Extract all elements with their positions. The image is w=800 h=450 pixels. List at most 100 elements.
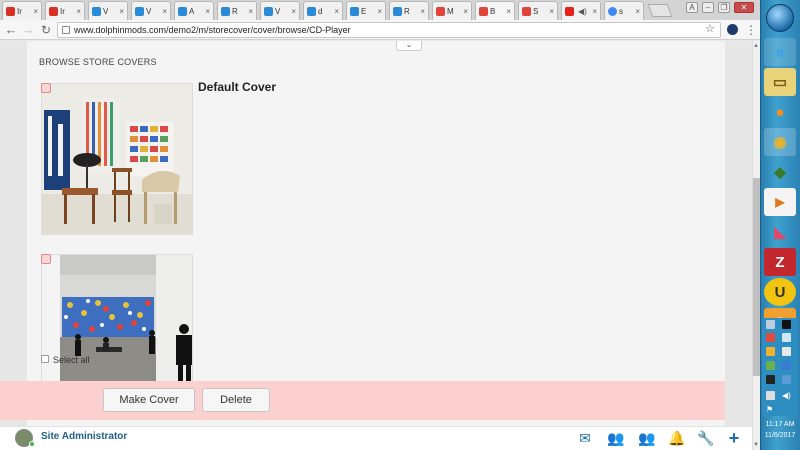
close-tab-icon[interactable]: × [506, 7, 514, 16]
address-bar[interactable]: www.dolphinmods.com/demo2/m/storecover/c… [57, 22, 721, 38]
internet-explorer-icon[interactable]: e [764, 38, 796, 66]
wrench-icon[interactable]: 🔧 [697, 430, 715, 446]
page-info-icon[interactable] [62, 26, 70, 34]
new-tab-button[interactable] [647, 4, 673, 17]
browser-tab[interactable]: Ir × [45, 1, 85, 20]
tray-app-icon[interactable] [782, 375, 791, 384]
close-tab-icon[interactable]: × [592, 7, 600, 16]
tray-app-icon[interactable] [766, 347, 775, 356]
tab-title: M [447, 6, 454, 16]
scrollbar-thumb[interactable] [753, 178, 760, 376]
ultraedit-icon[interactable]: U [764, 278, 796, 306]
browser-tab[interactable]: M × [432, 1, 472, 20]
tray-app-icon[interactable] [782, 361, 791, 370]
pause-bars-icon [436, 6, 445, 16]
select-all-checkbox[interactable] [41, 355, 49, 363]
volume-icon[interactable]: ◀) [782, 391, 791, 400]
infinity-icon [221, 6, 230, 16]
close-tab-icon[interactable]: × [291, 7, 299, 16]
delete-button[interactable]: Delete [202, 388, 270, 412]
cover-checkbox[interactable] [41, 254, 51, 264]
close-tab-icon[interactable]: × [248, 7, 256, 16]
restore-button[interactable]: ❐ [718, 2, 730, 13]
action-center-flag-icon[interactable]: ⚑ [766, 405, 775, 414]
cover-checkbox[interactable] [41, 83, 51, 93]
reload-icon[interactable]: ↻ [38, 22, 54, 38]
close-tab-icon[interactable]: × [377, 7, 385, 16]
url-text: www.dolphinmods.com/demo2/m/storecover/c… [74, 25, 351, 35]
browser-tab[interactable]: s × [604, 1, 644, 20]
browser-tab[interactable]: A × [174, 1, 214, 20]
close-tab-icon[interactable]: × [635, 7, 643, 16]
close-tab-icon[interactable]: × [334, 7, 342, 16]
tab-title: s [619, 6, 623, 16]
browser-tab[interactable]: V × [260, 1, 300, 20]
close-tab-icon[interactable]: × [76, 7, 84, 16]
tab-title: d [318, 6, 323, 16]
tray-app-icon[interactable] [766, 320, 775, 329]
back-arrow-icon[interactable]: ← [3, 22, 19, 38]
tab-title: S [533, 6, 539, 16]
audio-playing-icon: ◀) [578, 6, 587, 16]
filezilla-icon[interactable]: Z [764, 248, 796, 276]
forward-arrow-icon[interactable]: → [20, 22, 36, 38]
tab-title: V [103, 6, 109, 16]
taskbar-date[interactable]: 11/6/2017 [762, 432, 798, 439]
browser-tab-active[interactable]: B × [475, 1, 515, 20]
media-player-icon[interactable]: ▶ [764, 188, 796, 216]
close-tab-icon[interactable]: × [549, 7, 557, 16]
user-name[interactable]: Site Administrator [41, 431, 127, 442]
extension-icon[interactable] [727, 24, 738, 35]
browser-tab[interactable]: E × [346, 1, 386, 20]
collapse-chevron-icon[interactable]: ⌄ [396, 41, 422, 51]
profile-button[interactable]: A [686, 2, 698, 13]
infinity-icon [264, 6, 273, 16]
scroll-up-arrow-icon[interactable]: ▲ [752, 42, 760, 50]
browser-tab[interactable]: ◀) × [561, 1, 601, 20]
minimize-button[interactable]: – [702, 2, 714, 13]
notifications-bell-icon[interactable]: 🔔 [668, 430, 686, 446]
frog-app-icon[interactable]: ◆ [764, 158, 796, 186]
tray-app-icon[interactable] [766, 333, 775, 342]
network-icon[interactable] [766, 391, 775, 400]
close-tab-icon[interactable]: × [162, 7, 170, 16]
start-button[interactable] [766, 4, 794, 32]
plus-icon[interactable]: + [725, 429, 743, 447]
members-icon[interactable]: 👥 [637, 430, 657, 446]
close-tab-icon[interactable]: × [119, 7, 127, 16]
online-status-icon [29, 441, 35, 447]
make-cover-button[interactable]: Make Cover [103, 388, 195, 412]
browser-tab[interactable]: R × [217, 1, 257, 20]
browser-tab[interactable]: V × [88, 1, 128, 20]
firefox-icon[interactable]: ● [764, 98, 796, 126]
tray-app-icon[interactable] [766, 361, 775, 370]
chrome-icon[interactable]: ◉ [764, 128, 796, 156]
browser-tab[interactable]: R × [389, 1, 429, 20]
tray-app-icon[interactable] [782, 333, 791, 342]
close-tab-icon[interactable]: × [463, 7, 471, 16]
browser-tab[interactable]: d × [303, 1, 343, 20]
eraser-icon[interactable]: ◣ [764, 218, 796, 246]
close-tab-icon[interactable]: × [420, 7, 428, 16]
scroll-down-arrow-icon[interactable]: ▼ [752, 441, 760, 449]
tray-app-icon[interactable] [782, 347, 791, 356]
browser-toolbar: ← → ↻ www.dolphinmods.com/demo2/m/storec… [0, 20, 760, 40]
browser-tab[interactable]: V × [131, 1, 171, 20]
cover-thumbnail[interactable] [41, 83, 193, 235]
tray-app-icon[interactable] [766, 375, 775, 384]
file-explorer-icon[interactable]: ▭ [764, 68, 796, 96]
tab-title: A [189, 6, 195, 16]
close-window-button[interactable]: ✕ [734, 2, 754, 13]
browser-tab[interactable]: S × [518, 1, 558, 20]
tab-title: R [404, 6, 410, 16]
bookmark-star-icon[interactable]: ☆ [705, 23, 715, 35]
browser-tab[interactable]: Ir × [2, 1, 42, 20]
tray-app-icon[interactable] [782, 320, 791, 329]
friends-icon[interactable]: 👥 [606, 430, 626, 446]
mail-icon[interactable]: ✉ [576, 430, 594, 446]
taskbar-time[interactable]: 11:17 AM [762, 421, 798, 428]
infinity-icon [393, 6, 402, 16]
browser-menu-icon[interactable]: ⋮ [745, 22, 757, 38]
close-tab-icon[interactable]: × [205, 7, 213, 16]
close-tab-icon[interactable]: × [33, 7, 41, 16]
